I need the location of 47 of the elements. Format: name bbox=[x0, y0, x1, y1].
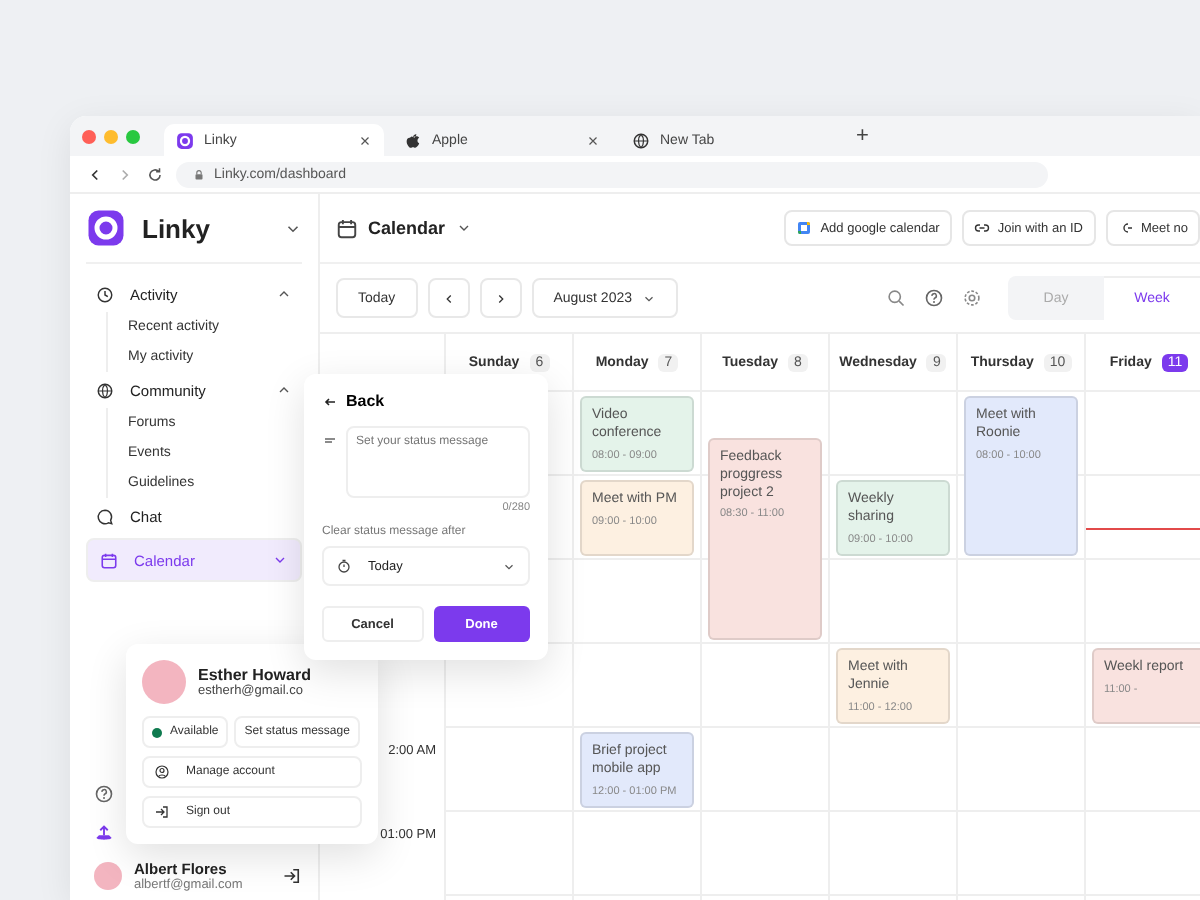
sign-out-icon bbox=[282, 866, 302, 886]
calendar-icon bbox=[336, 217, 358, 239]
chevron-down-icon bbox=[502, 559, 516, 573]
profile-name: Esther Howard bbox=[198, 666, 313, 684]
logo-icon bbox=[86, 208, 126, 248]
chevron-right-icon bbox=[493, 291, 508, 305]
clock-icon bbox=[96, 285, 114, 303]
logo-icon bbox=[176, 131, 194, 149]
close-icon bbox=[586, 133, 600, 147]
next-button[interactable] bbox=[479, 278, 522, 318]
close-icon bbox=[358, 133, 372, 147]
apple-icon bbox=[404, 131, 422, 149]
sign-out-icon bbox=[154, 804, 170, 820]
calendar-icon bbox=[100, 551, 118, 569]
back-button[interactable]: Back bbox=[322, 392, 385, 410]
settings-icon bbox=[962, 288, 982, 308]
window-control-dot[interactable] bbox=[126, 129, 140, 143]
globe-icon bbox=[632, 131, 650, 149]
brand-name: Linky bbox=[142, 213, 212, 243]
user-icon bbox=[154, 764, 170, 780]
chat-bubble-icon bbox=[96, 507, 114, 525]
calendar-icon bbox=[796, 220, 813, 236]
calendar-dropdown[interactable]: Calendar bbox=[336, 217, 472, 239]
avatar bbox=[142, 660, 186, 704]
window-control-dot[interactable] bbox=[104, 129, 118, 143]
search-icon bbox=[886, 288, 906, 308]
help-icon bbox=[924, 288, 944, 308]
window-control-dot[interactable] bbox=[82, 129, 96, 143]
chevron-down-icon bbox=[272, 552, 288, 568]
avatar bbox=[94, 862, 122, 890]
chevron-up-icon bbox=[276, 382, 292, 398]
lock-icon bbox=[192, 167, 206, 181]
power-icon bbox=[1117, 220, 1133, 236]
back-arrow-icon bbox=[322, 393, 338, 409]
globe-icon bbox=[96, 381, 114, 399]
upload-icon bbox=[94, 824, 114, 844]
link-icon bbox=[973, 220, 990, 236]
new-tab-button[interactable]: + bbox=[856, 124, 869, 148]
current-time-line bbox=[1086, 528, 1200, 530]
chevron-down-icon bbox=[455, 220, 472, 236]
help-icon bbox=[94, 784, 114, 804]
timer-icon bbox=[336, 558, 352, 574]
reload-icon bbox=[146, 165, 164, 183]
chevron-down-icon bbox=[642, 291, 656, 305]
chevron-left-icon bbox=[441, 291, 456, 305]
chevron-up-icon bbox=[276, 286, 292, 302]
previous-button[interactable] bbox=[427, 278, 470, 318]
